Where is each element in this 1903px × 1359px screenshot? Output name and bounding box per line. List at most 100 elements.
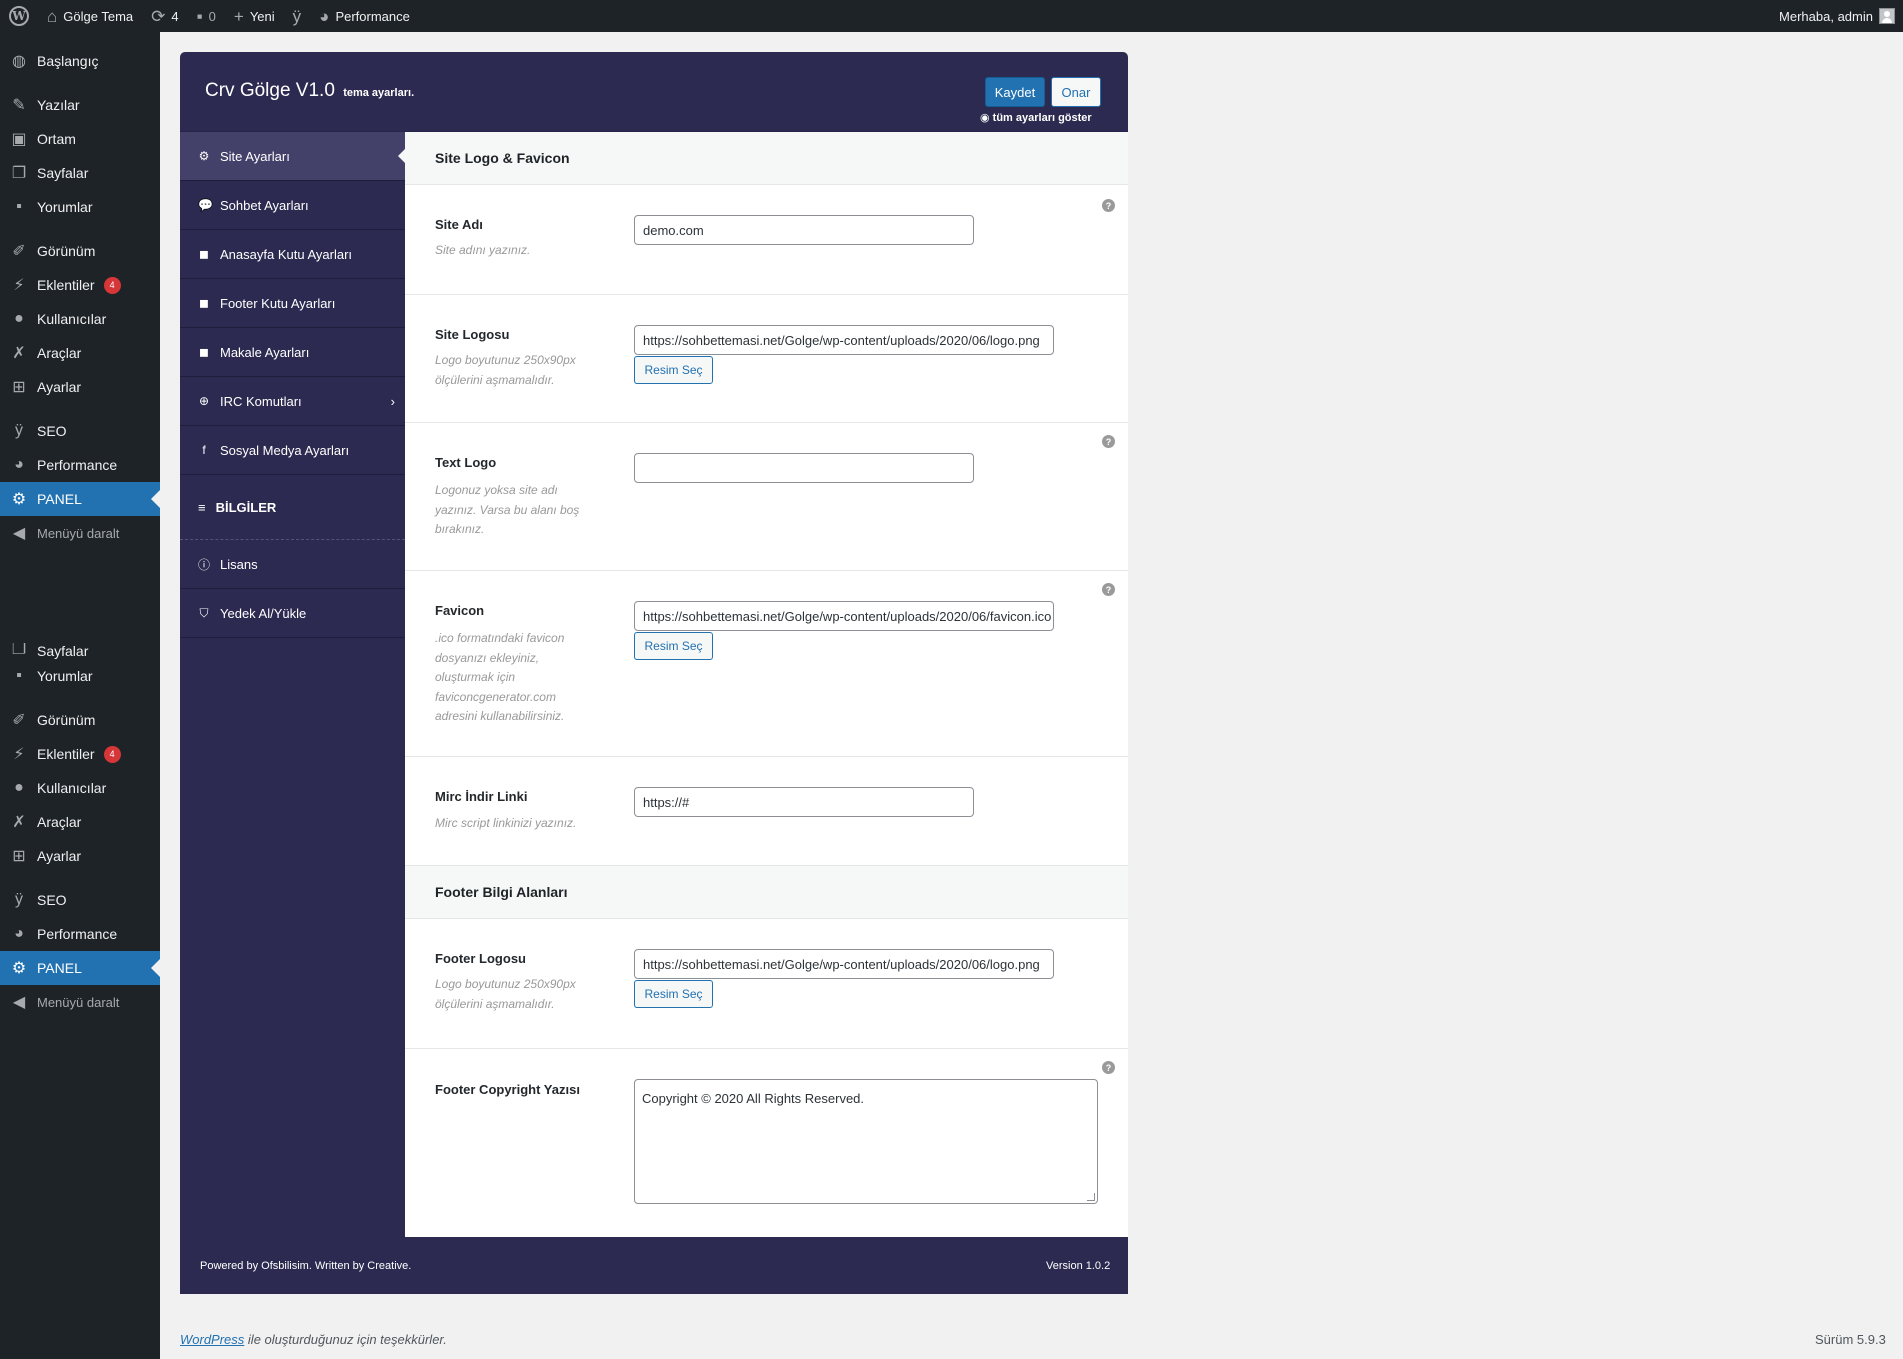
panel-footer: Powered by Ofsbilisim. Written by Creati… (180, 1237, 1128, 1294)
menu-label: Sayfalar (37, 643, 89, 659)
save-button[interactable]: Kaydet (985, 77, 1045, 107)
help-icon[interactable]: ? (1102, 435, 1115, 448)
nav-article-settings[interactable]: ◼ Makale Ayarları (180, 328, 405, 377)
plugins-badge: 4 (103, 745, 121, 763)
menu-users[interactable]: ● Kullanıcılar (0, 302, 160, 336)
mirc-link-input[interactable]: https://# (634, 787, 974, 817)
resize-handle[interactable] (1087, 1193, 1095, 1201)
wordpress-link[interactable]: WordPress (180, 1332, 244, 1347)
menu-appearance[interactable]: ✐ Görünüm (0, 234, 160, 268)
pages-icon: ❐ (11, 165, 27, 182)
field-label: Mirc İndir Linki (435, 789, 528, 804)
site-name-link[interactable]: ⌂ Gölge Tema (38, 0, 142, 32)
menu-label: Menüyü daralt (37, 994, 120, 1010)
section-title: Footer Bilgi Alanları (405, 866, 1128, 919)
select-image-button[interactable]: Resim Seç (634, 356, 713, 384)
menu-settings[interactable]: ⊞ Ayarlar (0, 370, 160, 404)
new-content-link[interactable]: + Yeni (225, 0, 284, 32)
menu-label: Araçlar (37, 814, 82, 830)
list-icon: ≡ (198, 499, 206, 515)
menu-dashboard[interactable]: ◍ Başlangıç (0, 44, 160, 78)
nav-label: Sosyal Medya Ayarları (220, 442, 350, 458)
panel-credit: Powered by Ofsbilisim. Written by Creati… (200, 1260, 412, 1272)
nav-footer-box-settings[interactable]: ◼ Footer Kutu Ayarları (180, 279, 405, 328)
nav-license[interactable]: ⓘ Lisans (180, 540, 405, 589)
section-title: Site Logo & Favicon (405, 132, 1128, 185)
menu-seo[interactable]: ÿ SEO (0, 414, 160, 448)
plus-icon: + (233, 6, 244, 26)
nav-site-settings[interactable]: ⚙ Site Ayarları (180, 132, 405, 181)
menu-label: SEO (37, 423, 67, 439)
site-name-input[interactable]: demo.com (634, 215, 974, 245)
text-logo-input[interactable] (634, 453, 974, 483)
performance-link[interactable]: ◕ Performance (310, 0, 419, 32)
menu-performance[interactable]: ◕ Performance (0, 917, 160, 951)
menu-plugins[interactable]: ⚡ Eklentiler 4 (0, 268, 160, 302)
gear-icon: ⚙ (11, 960, 27, 977)
menu-collapse[interactable]: ◀ Menüyü daralt (0, 985, 160, 1019)
plus-circle-icon: ⊕ (198, 394, 210, 408)
performance-icon: ◕ (14, 456, 24, 473)
nav-section-info: ≡ BİLGİLER (180, 475, 405, 540)
menu-users[interactable]: ● Kullanıcılar (0, 771, 160, 805)
menu-plugins[interactable]: ⚡ Eklentiler 4 (0, 737, 160, 771)
gear-icon: ⚙ (198, 149, 210, 163)
nav-backup[interactable]: ⛉ Yedek Al/Yükle (180, 589, 405, 638)
comment-icon: ▪ (16, 198, 22, 215)
nav-chat-settings[interactable]: 💬 Sohbet Ayarları (180, 181, 405, 230)
select-image-button[interactable]: Resim Seç (634, 980, 713, 1008)
field-label: Favicon (435, 603, 485, 618)
select-image-button[interactable]: Resim Seç (634, 632, 713, 660)
menu-panel[interactable]: ⚙ PANEL (0, 951, 160, 985)
show-all-settings-link[interactable]: ◉ tüm ayarları göster (980, 111, 1092, 124)
menu-panel[interactable]: ⚙ PANEL (0, 482, 160, 516)
menu-settings[interactable]: ⊞ Ayarlar (0, 839, 160, 873)
menu-tools[interactable]: ✗ Araçlar (0, 805, 160, 839)
nav-home-box-settings[interactable]: ◼ Anasayfa Kutu Ayarları (180, 230, 405, 279)
menu-collapse[interactable]: ◀ Menüyü daralt (0, 516, 160, 550)
panel-header: Crv Gölge V1.0 tema ayarları. Kaydet Ona… (180, 52, 1128, 132)
field-site-logo: Site Logosu Logo boyutunuz 250x90px ölçü… (405, 295, 1128, 423)
comment-icon: ▪ (16, 667, 22, 684)
field-label: Text Logo (435, 455, 497, 470)
brush-icon: ✐ (12, 712, 26, 729)
show-all-label: tüm ayarları göster (992, 112, 1092, 124)
comments-link[interactable]: ▪ 0 (188, 0, 225, 32)
help-icon[interactable]: ? (1102, 1061, 1115, 1074)
menu-pages[interactable]: ❐ Sayfalar (0, 156, 160, 190)
yoast-icon: ÿ (15, 422, 23, 439)
menu-media[interactable]: ▣ Ortam (0, 122, 160, 156)
copyright-textarea[interactable]: Copyright © 2020 All Rights Reserved. (634, 1079, 1098, 1204)
account-menu[interactable]: Merhaba, admin (1770, 0, 1903, 32)
admin-menu: ◍ Başlangıç ✎ Yazılar ▣ Ortam ❐ Sayfalar ▪ Yo… (0, 32, 160, 1359)
footer-logo-input[interactable]: https://sohbettemasi.net/Golge/wp-conten… (634, 949, 1054, 979)
favicon-input[interactable]: https://sohbettemasi.net/Golge/wp-conten… (634, 601, 1054, 631)
panel-nav: ⚙ Site Ayarları 💬 Sohbet Ayarları ◼ Anasayf… (180, 132, 405, 638)
menu-posts[interactable]: ✎ Yazılar (0, 88, 160, 122)
menu-comments[interactable]: ▪ Yorumlar (0, 190, 160, 224)
help-icon[interactable]: ? (1102, 199, 1115, 212)
wordpress-logo-menu[interactable]: W (0, 0, 38, 32)
footer-thanks-text: ile oluşturduğunuz için teşekkürler. (247, 1332, 447, 1347)
menu-performance[interactable]: ◕ Performance (0, 448, 160, 482)
menu-tools[interactable]: ✗ Araçlar (0, 336, 160, 370)
pin-icon: ✎ (12, 97, 26, 114)
menu-label: Görünüm (37, 243, 96, 259)
help-icon[interactable]: ? (1102, 583, 1115, 596)
menu-appearance[interactable]: ✐ Görünüm (0, 703, 160, 737)
updates-link[interactable]: ⟳ 4 (142, 0, 187, 32)
site-logo-input[interactable]: https://sohbettemasi.net/Golge/wp-conten… (634, 325, 1054, 355)
menu-seo[interactable]: ÿ SEO (0, 883, 160, 917)
panel-title-text: Crv Gölge V1.0 (205, 80, 335, 101)
seo-link[interactable]: ÿ (284, 0, 311, 32)
nav-irc-commands[interactable]: ⊕ IRC Komutları › (180, 377, 405, 426)
menu-pages[interactable]: ❐ Sayfalar (0, 643, 160, 659)
menu-comments[interactable]: ▪ Yorumlar (0, 659, 160, 693)
nav-social-media-settings[interactable]: f Sosyal Medya Ayarları (180, 426, 405, 475)
reset-button[interactable]: Onar (1051, 77, 1101, 107)
panel-version: Version 1.0.2 (1046, 1260, 1111, 1272)
new-label: Yeni (249, 8, 275, 24)
admin-menu-list-duplicate: ❐ Sayfalar ▪ Yorumlar ✐ Görünüm ⚡ Eklentiler… (0, 643, 160, 1019)
menu-label: SEO (37, 892, 67, 908)
theme-options-panel: Crv Gölge V1.0 tema ayarları. Kaydet Ona… (180, 52, 1128, 1294)
